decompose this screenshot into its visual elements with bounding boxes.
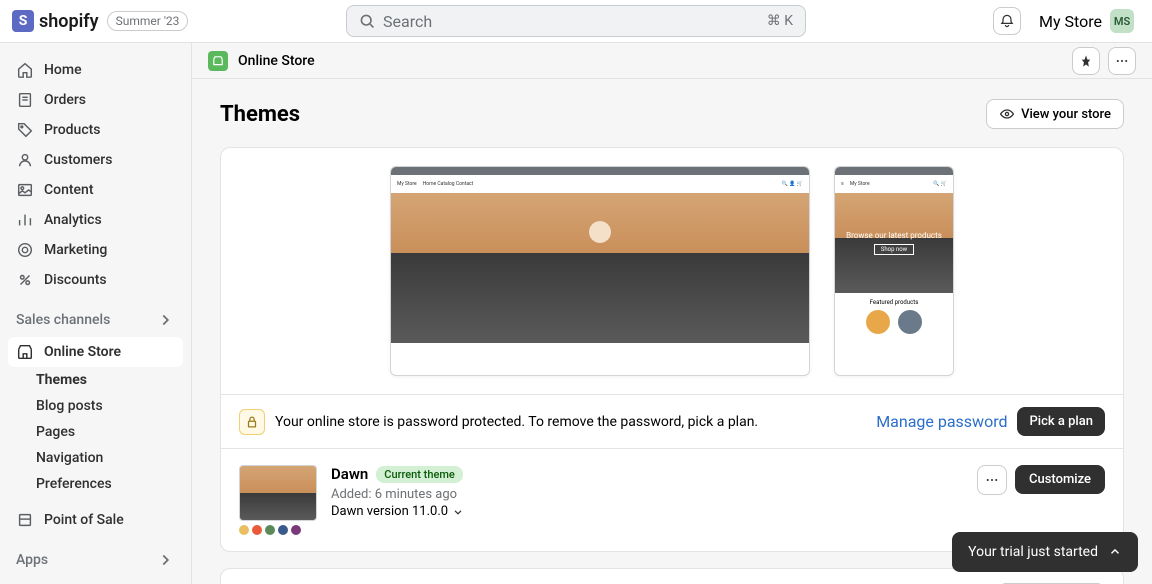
orders-icon bbox=[16, 91, 34, 109]
apps-header[interactable]: Apps bbox=[8, 543, 183, 577]
nav-label: Home bbox=[44, 62, 82, 78]
lock-icon bbox=[245, 415, 259, 429]
nav-label: Discounts bbox=[44, 272, 107, 288]
color-swatches bbox=[239, 525, 317, 535]
nav-sub-themes[interactable]: Themes bbox=[8, 367, 183, 393]
nav-label: Point of Sale bbox=[44, 512, 124, 528]
toast-text: Your trial just started bbox=[968, 544, 1098, 560]
eye-icon bbox=[999, 106, 1015, 122]
button-label: View your store bbox=[1021, 107, 1111, 122]
current-theme-badge: Current theme bbox=[376, 466, 463, 483]
nav-label: Content bbox=[44, 182, 94, 198]
nav-home[interactable]: Home bbox=[8, 55, 183, 85]
theme-version: Dawn version 11.0.0 bbox=[331, 504, 448, 519]
password-text: Your online store is password protected.… bbox=[275, 414, 866, 430]
preview-nav-icons: 🔍 👤 🛒 bbox=[782, 181, 803, 187]
pos-icon bbox=[16, 511, 34, 529]
desktop-preview: My Store Home Catalog Contact 🔍 👤 🛒 bbox=[390, 166, 810, 376]
nav-label: Customers bbox=[44, 152, 112, 168]
view-store-button[interactable]: View your store bbox=[986, 99, 1124, 129]
nav-label: Orders bbox=[44, 92, 86, 108]
store-name: My Store bbox=[1039, 12, 1102, 31]
analytics-icon bbox=[16, 211, 34, 229]
logo-text: shopify bbox=[39, 11, 99, 32]
pin-icon bbox=[1079, 54, 1093, 68]
nav-marketing[interactable]: Marketing bbox=[8, 235, 183, 265]
chevron-right-icon bbox=[157, 311, 175, 329]
themes-heading: Themes bbox=[220, 102, 300, 127]
nav-label: Products bbox=[44, 122, 101, 138]
marketing-icon bbox=[16, 241, 34, 259]
nav-products[interactable]: Products bbox=[8, 115, 183, 145]
nav-sub-blog-posts[interactable]: Blog posts bbox=[8, 393, 183, 419]
more-button[interactable] bbox=[1108, 47, 1136, 75]
search-placeholder: Search bbox=[383, 12, 432, 31]
top-bar: S shopify Summer '23 Search ⌘ K My Store… bbox=[0, 0, 1152, 43]
nav-add-apps[interactable]: Add apps bbox=[8, 577, 183, 584]
products-icon bbox=[16, 121, 34, 139]
section-label: Apps bbox=[16, 552, 48, 568]
current-theme-card: My Store Home Catalog Contact 🔍 👤 🛒 ≡My … bbox=[220, 147, 1124, 552]
store-avatar: MS bbox=[1110, 9, 1134, 33]
password-banner: Your online store is password protected.… bbox=[221, 394, 1123, 448]
search-input[interactable]: Search ⌘ K bbox=[346, 5, 806, 37]
customers-icon bbox=[16, 151, 34, 169]
theme-more-button[interactable] bbox=[977, 465, 1007, 495]
chevron-up-icon bbox=[1108, 545, 1122, 559]
theme-thumbnail bbox=[239, 465, 317, 521]
customize-button[interactable]: Customize bbox=[1015, 465, 1105, 494]
section-label: Sales channels bbox=[16, 312, 110, 328]
page-header: Online Store bbox=[192, 43, 1152, 79]
nav-analytics[interactable]: Analytics bbox=[8, 205, 183, 235]
content-icon bbox=[16, 181, 34, 199]
nav-content[interactable]: Content bbox=[8, 175, 183, 205]
nav-customers[interactable]: Customers bbox=[8, 145, 183, 175]
nav-label: Online Store bbox=[44, 344, 121, 360]
preview-hero-text: Browse our latest products bbox=[846, 231, 942, 240]
trial-toast[interactable]: Your trial just started bbox=[952, 532, 1138, 572]
page-title: Online Store bbox=[238, 53, 315, 69]
chevron-right-icon bbox=[157, 551, 175, 569]
discounts-icon bbox=[16, 271, 34, 289]
bell-icon bbox=[999, 13, 1015, 29]
pick-plan-button[interactable]: Pick a plan bbox=[1017, 407, 1105, 436]
home-icon bbox=[16, 61, 34, 79]
nav-label: Analytics bbox=[44, 212, 102, 228]
search-icon bbox=[359, 13, 375, 29]
theme-added: Added: 6 minutes ago bbox=[331, 487, 963, 502]
shopify-logo[interactable]: S shopify bbox=[12, 10, 99, 32]
logo-badge-icon: S bbox=[12, 10, 34, 32]
preview-store-name: My Store bbox=[397, 181, 417, 187]
preview-featured-label: Featured products bbox=[870, 299, 919, 306]
summer-badge: Summer '23 bbox=[107, 11, 189, 31]
nav-label: Marketing bbox=[44, 242, 107, 258]
chevron-down-icon[interactable] bbox=[452, 506, 464, 518]
store-icon bbox=[16, 343, 34, 361]
nav-sub-preferences[interactable]: Preferences bbox=[8, 471, 183, 497]
manage-password-link[interactable]: Manage password bbox=[876, 412, 1007, 431]
dots-icon bbox=[985, 473, 999, 487]
pin-button[interactable] bbox=[1072, 47, 1100, 75]
search-shortcut: ⌘ K bbox=[767, 13, 793, 29]
notifications-button[interactable] bbox=[993, 7, 1021, 35]
nav-discounts[interactable]: Discounts bbox=[8, 265, 183, 295]
nav-online-store[interactable]: Online Store bbox=[8, 337, 183, 367]
sales-channels-header[interactable]: Sales channels bbox=[8, 303, 183, 337]
nav-point-of-sale[interactable]: Point of Sale bbox=[8, 505, 183, 535]
mobile-preview: ≡My Store🔍 🛒 Browse our latest products … bbox=[834, 166, 954, 376]
online-store-icon bbox=[208, 51, 228, 71]
nav-sub-navigation[interactable]: Navigation bbox=[8, 445, 183, 471]
preview-shop-button: Shop now bbox=[874, 244, 914, 255]
preview-nav-links: Home Catalog Contact bbox=[423, 181, 474, 187]
sidebar: Home Orders Products Customers Content A… bbox=[0, 43, 192, 584]
nav-sub-pages[interactable]: Pages bbox=[8, 419, 183, 445]
lock-icon-wrap bbox=[239, 409, 265, 435]
theme-name: Dawn bbox=[331, 465, 368, 483]
dots-icon bbox=[1115, 54, 1129, 68]
nav-orders[interactable]: Orders bbox=[8, 85, 183, 115]
store-switcher[interactable]: My Store MS bbox=[1033, 5, 1140, 37]
